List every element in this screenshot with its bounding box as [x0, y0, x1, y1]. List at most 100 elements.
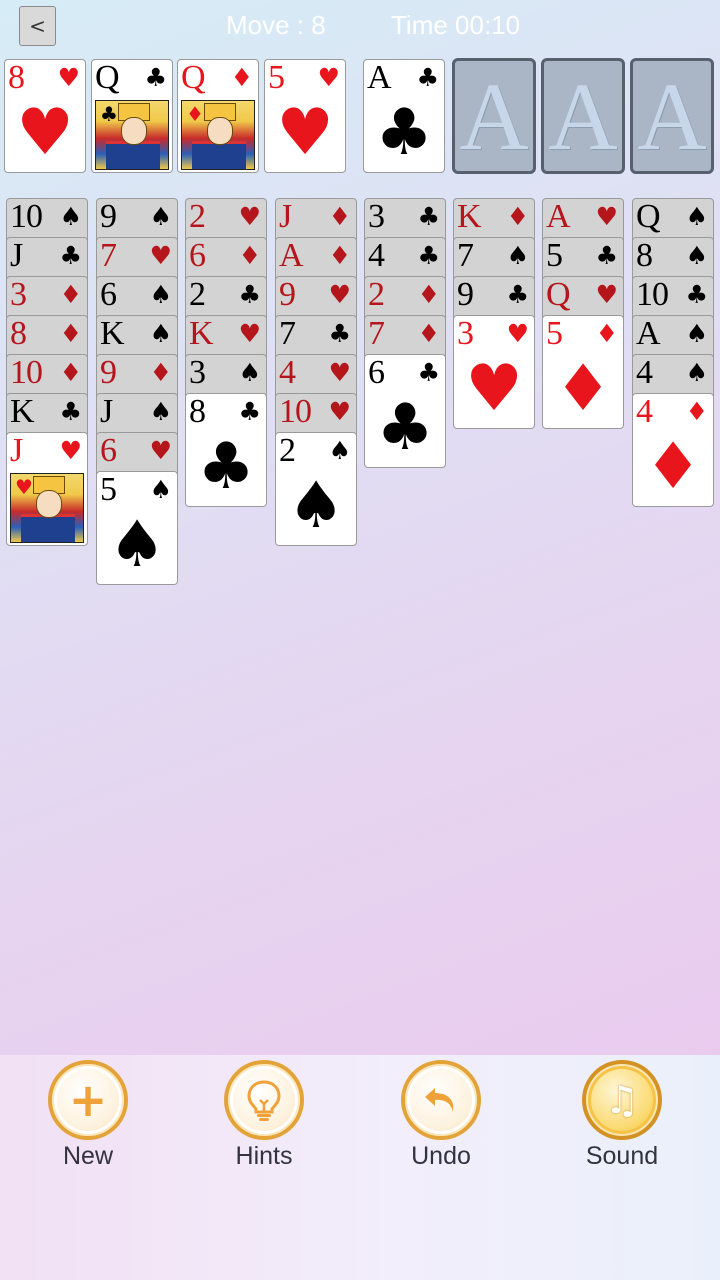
undo-button-face	[410, 1069, 472, 1131]
club-icon: ♣	[506, 280, 529, 309]
card-rank: 6	[100, 432, 117, 469]
heart-icon: ♥	[16, 96, 74, 170]
heart-icon: ♥	[57, 63, 80, 92]
card-rank: 7	[368, 315, 385, 352]
heart-icon: ♥	[238, 202, 261, 231]
hints-button-ring	[224, 1060, 304, 1140]
foundation-card[interactable]: A ♣ ♣	[363, 59, 445, 173]
free-cell-card[interactable]: Q ♦ ♦	[177, 59, 259, 173]
diamond-icon: ♦	[59, 280, 82, 309]
card-rank: 5	[546, 237, 563, 274]
club-icon: ♣	[59, 241, 82, 270]
free-cell-card[interactable]: Q ♣ ♣	[91, 59, 173, 173]
card-rank: 3	[457, 315, 474, 352]
spade-icon: ♠	[685, 319, 708, 348]
card-rank: 3	[10, 276, 27, 313]
card-rank: 9	[279, 276, 296, 313]
sound-button[interactable]: ♫ Sound	[562, 1060, 682, 1190]
heart-icon: ♥	[149, 436, 172, 465]
card-rank: 8	[8, 59, 25, 96]
heart-icon: ♥	[595, 280, 618, 309]
tableau-card[interactable]: 8 ♣ ♣	[185, 393, 267, 507]
card-rank: 9	[457, 276, 474, 313]
tableau-card[interactable]: J ♥ ♥	[6, 432, 88, 546]
tableau-card[interactable]: 6 ♣ ♣	[364, 354, 446, 468]
heart-icon: ♥	[465, 352, 523, 426]
spade-icon: ♠	[108, 508, 166, 582]
club-icon: ♣	[417, 241, 440, 270]
hints-button[interactable]: Hints	[204, 1060, 324, 1190]
club-icon: ♣	[238, 280, 261, 309]
face-card-portrait: ♥	[10, 473, 84, 543]
card-rank: Q	[636, 198, 661, 235]
foundation-slot[interactable]: A	[452, 58, 536, 174]
card-rank: 3	[368, 198, 385, 235]
tableau-card[interactable]: 4 ♦ ♦	[632, 393, 714, 507]
heart-icon: ♥	[595, 202, 618, 231]
tableau-card[interactable]: 5 ♠ ♠	[96, 471, 178, 585]
diamond-icon: ♦	[554, 352, 612, 426]
card-rank: 8	[10, 315, 27, 352]
club-icon: ♣	[595, 241, 618, 270]
card-rank: 10	[10, 354, 43, 391]
spade-icon: ♠	[685, 358, 708, 387]
new-button-face: +	[57, 1069, 119, 1131]
card-rank: 5	[546, 315, 563, 352]
diamond-icon: ♦	[644, 430, 702, 504]
card-rank: 4	[368, 237, 385, 274]
heart-icon: ♥	[317, 63, 340, 92]
face-card-portrait: ♦	[181, 100, 255, 170]
card-rank: K	[10, 393, 35, 430]
heart-icon: ♥	[59, 436, 82, 465]
club-icon: ♣	[100, 102, 118, 126]
undo-button[interactable]: Undo	[381, 1060, 501, 1190]
foundation-slot-label: A	[637, 62, 707, 170]
tableau-card[interactable]: 2 ♠ ♠	[275, 432, 357, 546]
free-cell-card[interactable]: 5 ♥ ♥	[264, 59, 346, 173]
card-rank: 9	[100, 354, 117, 391]
spade-icon: ♠	[238, 358, 261, 387]
new-game-button[interactable]: + New	[28, 1060, 148, 1190]
club-icon: ♣	[685, 280, 708, 309]
undo-arrow-icon	[425, 1088, 454, 1112]
spade-icon: ♠	[685, 241, 708, 270]
sound-button-ring: ♫	[582, 1060, 662, 1140]
card-rank: 4	[636, 393, 653, 430]
foundation-slot[interactable]: A	[541, 58, 625, 174]
new-button-label: New	[62, 1142, 113, 1170]
card-rank: A	[546, 198, 571, 235]
card-rank: 7	[457, 237, 474, 274]
card-rank: A	[636, 315, 661, 352]
card-rank: Q	[181, 59, 206, 96]
bottom-toolbar: + New Hints Undo ♫ Sound	[0, 1055, 720, 1280]
spade-icon: ♠	[287, 469, 345, 543]
card-rank: 2	[189, 276, 206, 313]
heart-icon: ♥	[276, 96, 334, 170]
back-button[interactable]: <	[19, 6, 56, 46]
move-counter: Move : 8	[226, 10, 326, 40]
card-rank: 10	[279, 393, 312, 430]
card-rank: 4	[636, 354, 653, 391]
card-rank: J	[10, 432, 23, 469]
diamond-icon: ♦	[59, 319, 82, 348]
tableau-card[interactable]: 5 ♦ ♦	[542, 315, 624, 429]
diamond-icon: ♦	[149, 358, 172, 387]
club-icon: ♣	[376, 391, 434, 465]
tableau-card[interactable]: 3 ♥ ♥	[453, 315, 535, 429]
spade-icon: ♠	[328, 436, 351, 465]
card-rank: 7	[279, 315, 296, 352]
heart-icon: ♥	[149, 241, 172, 270]
card-rank: 8	[189, 393, 206, 430]
sound-button-label: Sound	[585, 1142, 659, 1170]
club-icon: ♣	[417, 202, 440, 231]
hints-button-label: Hints	[235, 1142, 293, 1170]
foundation-slot[interactable]: A	[630, 58, 714, 174]
spade-icon: ♠	[149, 202, 172, 231]
card-rank: J	[100, 393, 113, 430]
card-rank: K	[189, 315, 214, 352]
spade-icon: ♠	[59, 202, 82, 231]
diamond-icon: ♦	[417, 319, 440, 348]
card-rank: 6	[100, 276, 117, 313]
free-cell-card[interactable]: 8 ♥ ♥	[4, 59, 86, 173]
game-timer: Time 00:10	[391, 10, 521, 40]
